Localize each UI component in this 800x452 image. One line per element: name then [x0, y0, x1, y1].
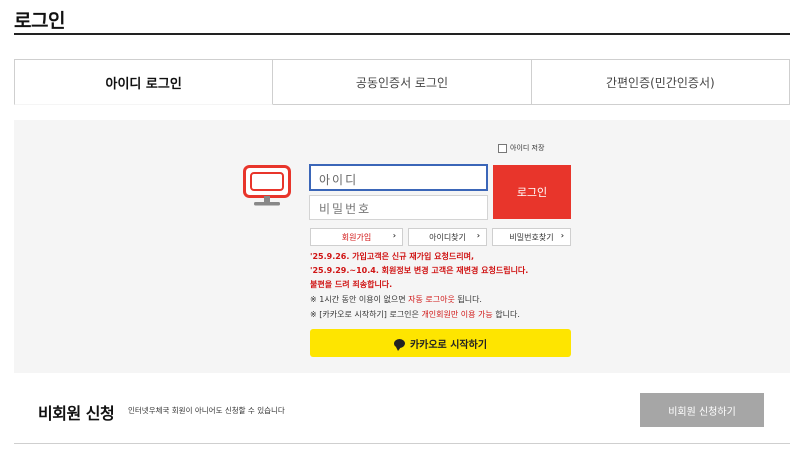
- page-title: 로그인: [14, 10, 65, 32]
- title-divider: [14, 33, 790, 35]
- id-input[interactable]: 아이디: [309, 164, 488, 191]
- notice-text: ※ [카카오로 시작하기] 로그인은: [310, 310, 422, 319]
- kakao-login-label: 카카오로 시작하기: [409, 339, 488, 351]
- find-id-label: 아이디찾기: [429, 232, 466, 242]
- join-label: 회원가입: [341, 232, 372, 242]
- monitor-icon: [243, 165, 291, 206]
- bottom-divider: [14, 443, 790, 444]
- password-input[interactable]: 비밀번호: [309, 195, 488, 220]
- notice-text: ※ 1시간 동안 이용이 없으면: [310, 295, 409, 304]
- find-password-label: 비밀번호찾기: [509, 232, 554, 242]
- notice-highlight: 자동 로그아웃: [408, 295, 455, 304]
- tab-simple-auth[interactable]: 간편인증(민간인증서): [531, 59, 790, 105]
- speech-bubble-icon: [393, 338, 405, 351]
- tab-certificate-login[interactable]: 공동인증서 로그인: [273, 59, 532, 105]
- login-tabs: 아이디 로그인 공동인증서 로그인 간편인증(민간인증서): [14, 59, 790, 105]
- notice-line: '25.9.26. 가입고객은 신규 재가입 요청드리며,: [310, 252, 474, 261]
- find-password-button[interactable]: 비밀번호찾기 ›: [492, 228, 571, 246]
- guest-section-description: 인터넷우체국 회원이 아니어도 신청할 수 있습니다: [128, 406, 285, 415]
- guest-section-title: 비회원 신청: [38, 404, 115, 423]
- chevron-right-icon: ›: [392, 231, 396, 240]
- chevron-right-icon: ›: [560, 231, 564, 240]
- notice-line: 불편을 드려 죄송합니다.: [310, 280, 393, 289]
- save-id-checkbox[interactable]: 아이디 저장: [498, 143, 544, 153]
- save-id-label: 아이디 저장: [510, 144, 545, 152]
- tab-id-login[interactable]: 아이디 로그인: [14, 59, 274, 105]
- notice-text: 합니다.: [492, 310, 520, 319]
- notice-highlight: 개인회원만 이용 가능: [421, 310, 493, 319]
- kakao-login-button[interactable]: 카카오로 시작하기: [310, 329, 571, 357]
- notice-text: 됩니다.: [454, 295, 482, 304]
- join-button[interactable]: 회원가입 ›: [310, 228, 403, 246]
- login-button[interactable]: 로그인: [493, 165, 571, 219]
- guest-apply-button[interactable]: 비회원 신청하기: [640, 393, 764, 427]
- checkbox-box[interactable]: [498, 143, 507, 153]
- notice-kakao-login: ※ [카카오로 시작하기] 로그인은 개인회원만 이용 가능 합니다.: [310, 309, 520, 320]
- notice-auto-logout: ※ 1시간 동안 이용이 없으면 자동 로그아웃 됩니다.: [310, 294, 482, 305]
- chevron-right-icon: ›: [476, 231, 480, 240]
- find-id-button[interactable]: 아이디찾기 ›: [408, 228, 487, 246]
- notice-line: '25.9.29.~10.4. 회원정보 변경 고객은 재변경 요청드립니다.: [310, 266, 529, 275]
